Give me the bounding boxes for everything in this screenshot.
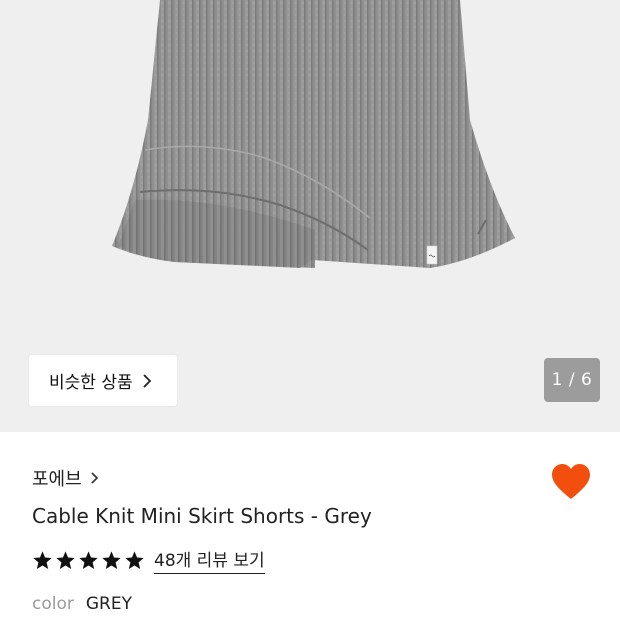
similar-products-button[interactable]: 비슷한 상품 [29, 355, 177, 406]
chevron-right-icon [90, 471, 99, 485]
star-icon [124, 550, 145, 571]
reviews-link[interactable]: 48개 리뷰 보기 [154, 546, 265, 574]
product-image-gallery[interactable]: 비슷한 상품 1 / 6 [0, 0, 620, 432]
image-page-counter: 1 / 6 [544, 358, 600, 402]
star-icon [55, 550, 76, 571]
color-label: color [32, 594, 74, 614]
brand-link[interactable]: 포에브 [32, 465, 99, 491]
color-row: color GREY [32, 594, 132, 614]
star-icon [78, 550, 99, 571]
star-icon [32, 550, 53, 571]
product-info: 포에브 Cable Knit Mini Skirt Shorts - Grey … [0, 432, 620, 620]
chevron-right-icon [142, 373, 152, 389]
star-rating [32, 550, 145, 571]
color-value: GREY [85, 594, 132, 614]
star-icon [101, 550, 122, 571]
similar-products-label: 비슷한 상품 [49, 373, 133, 393]
heart-icon [552, 464, 590, 499]
wishlist-button[interactable] [550, 462, 592, 502]
rating-row: 48개 리뷰 보기 [32, 546, 265, 574]
product-title: Cable Knit Mini Skirt Shorts - Grey [32, 504, 372, 528]
brand-name: 포에브 [32, 469, 82, 490]
